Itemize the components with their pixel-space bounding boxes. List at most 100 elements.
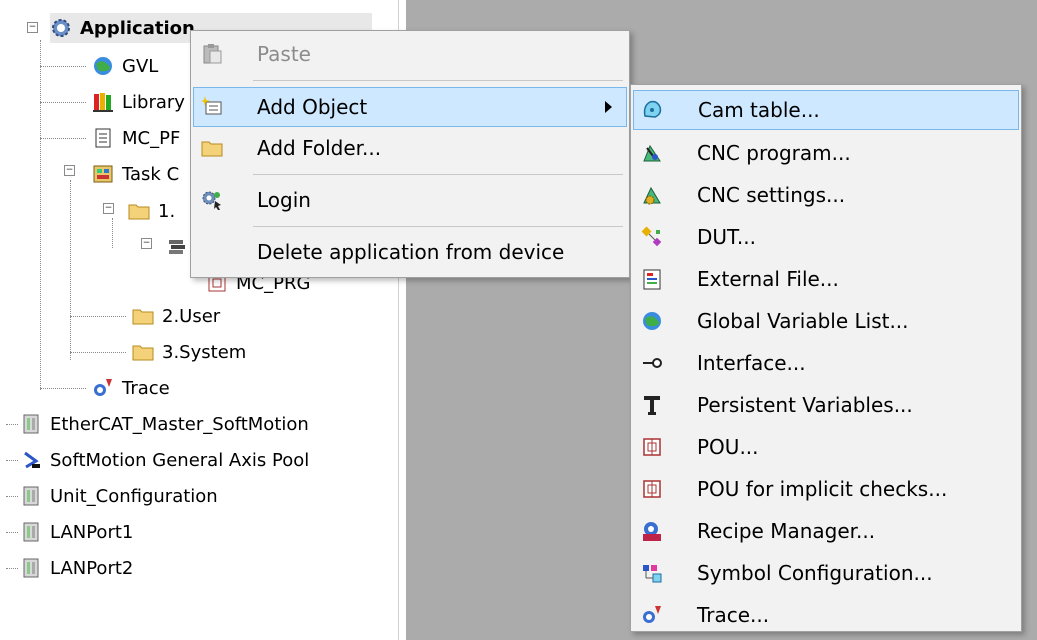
axis-icon — [20, 449, 42, 471]
menu-separator — [253, 174, 623, 175]
tree-line — [70, 316, 126, 317]
tree-line — [70, 180, 71, 360]
folder-icon — [132, 305, 154, 327]
menu-item-paste[interactable]: Paste — [193, 35, 627, 73]
tree-line — [40, 388, 86, 389]
collapse-toggle[interactable]: − — [27, 22, 38, 33]
trace-icon — [641, 604, 663, 626]
tree-node-system-folder[interactable]: 3.System — [132, 337, 246, 367]
menu-item-login[interactable]: Login — [193, 181, 627, 219]
tree-node-label: Unit_Configuration — [50, 485, 218, 507]
persistent-vars-icon — [641, 394, 663, 416]
menu-item-delete-application[interactable]: Delete application from device — [193, 233, 627, 271]
submenu-item-recipe-manager[interactable]: Recipe Manager... — [633, 512, 1019, 550]
globe-icon — [641, 310, 663, 332]
tree-node-label: Application — [80, 17, 195, 39]
submenu-item-label: Cam table... — [698, 98, 820, 122]
submenu-item-cam-table[interactable]: Cam table... — [633, 90, 1019, 130]
submenu-item-persistent-variables[interactable]: Persistent Variables... — [633, 386, 1019, 424]
login-icon — [201, 189, 223, 211]
submenu-item-pou[interactable]: POU... — [633, 428, 1019, 466]
tree-node-label: Library — [122, 91, 185, 113]
context-menu: Paste Add Object Add Folder... Login Del… — [190, 30, 630, 278]
tree-node-user-folder[interactable]: 2.User — [132, 301, 220, 331]
collapse-toggle[interactable]: − — [64, 165, 75, 176]
device-icon — [20, 485, 42, 507]
submenu-item-label: CNC settings... — [697, 183, 846, 207]
task-config-icon — [92, 163, 114, 185]
submenu-arrow-icon — [605, 101, 612, 113]
tree-node-ethercat-master[interactable]: EtherCAT_Master_SoftMotion — [20, 409, 309, 439]
menu-item-label: Add Object — [257, 95, 368, 119]
pou-implicit-icon — [641, 478, 663, 500]
add-object-submenu: Cam table... CNC program... CNC settings… — [630, 84, 1022, 632]
globe-icon — [92, 55, 114, 77]
tree-node-gvl[interactable]: GVL — [92, 51, 158, 81]
symbol-config-icon — [641, 562, 663, 584]
menu-item-label: Paste — [257, 42, 311, 66]
submenu-item-interface[interactable]: Interface... — [633, 344, 1019, 382]
menu-item-label: Add Folder... — [257, 136, 382, 160]
tree-line — [112, 218, 113, 248]
tree-node-softmotion-pool[interactable]: SoftMotion General Axis Pool — [20, 445, 309, 475]
add-object-icon — [201, 95, 223, 117]
cam-table-icon — [641, 98, 663, 120]
tree-node-library[interactable]: Library — [92, 87, 185, 117]
tree-node-label: LANPort2 — [50, 557, 134, 579]
tree-node-lanport1[interactable]: LANPort1 — [20, 517, 133, 547]
tree-node-label: 1. — [158, 200, 176, 222]
tree-node-task-configuration[interactable]: Task C — [92, 159, 179, 189]
menu-item-add-folder[interactable]: Add Folder... — [193, 129, 627, 167]
submenu-item-cnc-settings[interactable]: CNC settings... — [633, 176, 1019, 214]
submenu-item-label: Interface... — [697, 351, 806, 375]
submenu-item-trace[interactable]: Trace... — [633, 596, 1019, 634]
tree-line — [40, 102, 86, 103]
menu-item-label: Login — [257, 188, 311, 212]
device-icon — [20, 557, 42, 579]
tree-node-label: Task C — [122, 163, 180, 185]
submenu-item-global-variable-list[interactable]: Global Variable List... — [633, 302, 1019, 340]
menu-item-label: Delete application from device — [257, 240, 565, 264]
submenu-item-label: Symbol Configuration... — [697, 561, 933, 585]
tree-line — [6, 424, 18, 425]
document-icon — [92, 127, 114, 149]
tree-line — [6, 532, 18, 533]
cnc-program-icon — [641, 142, 663, 164]
gear-icon — [50, 17, 72, 39]
library-books-icon — [92, 91, 114, 113]
tree-line — [40, 66, 86, 67]
submenu-item-dut[interactable]: DUT... — [633, 218, 1019, 256]
submenu-item-label: DUT... — [697, 225, 756, 249]
device-icon — [20, 521, 42, 543]
submenu-item-label: POU for implicit checks... — [697, 477, 948, 501]
tree-line — [6, 460, 18, 461]
folder-icon — [201, 137, 223, 159]
submenu-item-pou-implicit-checks[interactable]: POU for implicit checks... — [633, 470, 1019, 508]
menu-item-add-object[interactable]: Add Object — [193, 87, 627, 127]
tree-node-label: SoftMotion General Axis Pool — [50, 449, 310, 471]
tree-node-trace[interactable]: Trace — [92, 373, 170, 403]
submenu-item-label: Recipe Manager... — [697, 519, 876, 543]
submenu-item-cnc-program[interactable]: CNC program... — [633, 134, 1019, 172]
submenu-item-label: Global Variable List... — [697, 309, 909, 333]
submenu-item-external-file[interactable]: External File... — [633, 260, 1019, 298]
trace-icon — [92, 377, 114, 399]
collapse-toggle[interactable]: − — [103, 203, 114, 214]
tree-node-label: 2.User — [162, 305, 221, 327]
tree-node-mc-prg[interactable]: MC_PF — [92, 123, 180, 153]
dut-icon — [641, 226, 663, 248]
tree-line — [6, 496, 18, 497]
tree-node-task-folder[interactable]: 1. — [128, 196, 175, 226]
submenu-item-symbol-configuration[interactable]: Symbol Configuration... — [633, 554, 1019, 592]
submenu-item-label: External File... — [697, 267, 839, 291]
external-file-icon — [641, 268, 663, 290]
tree-node-unit-configuration[interactable]: Unit_Configuration — [20, 481, 218, 511]
tree-node-label: MC_PF — [122, 127, 181, 149]
submenu-item-label: Trace... — [697, 603, 770, 627]
tree-node-lanport2[interactable]: LANPort2 — [20, 553, 133, 583]
pou-icon — [641, 436, 663, 458]
recipe-manager-icon — [641, 520, 663, 542]
cnc-settings-icon — [641, 184, 663, 206]
collapse-toggle[interactable]: − — [141, 238, 152, 249]
menu-separator — [253, 80, 623, 81]
